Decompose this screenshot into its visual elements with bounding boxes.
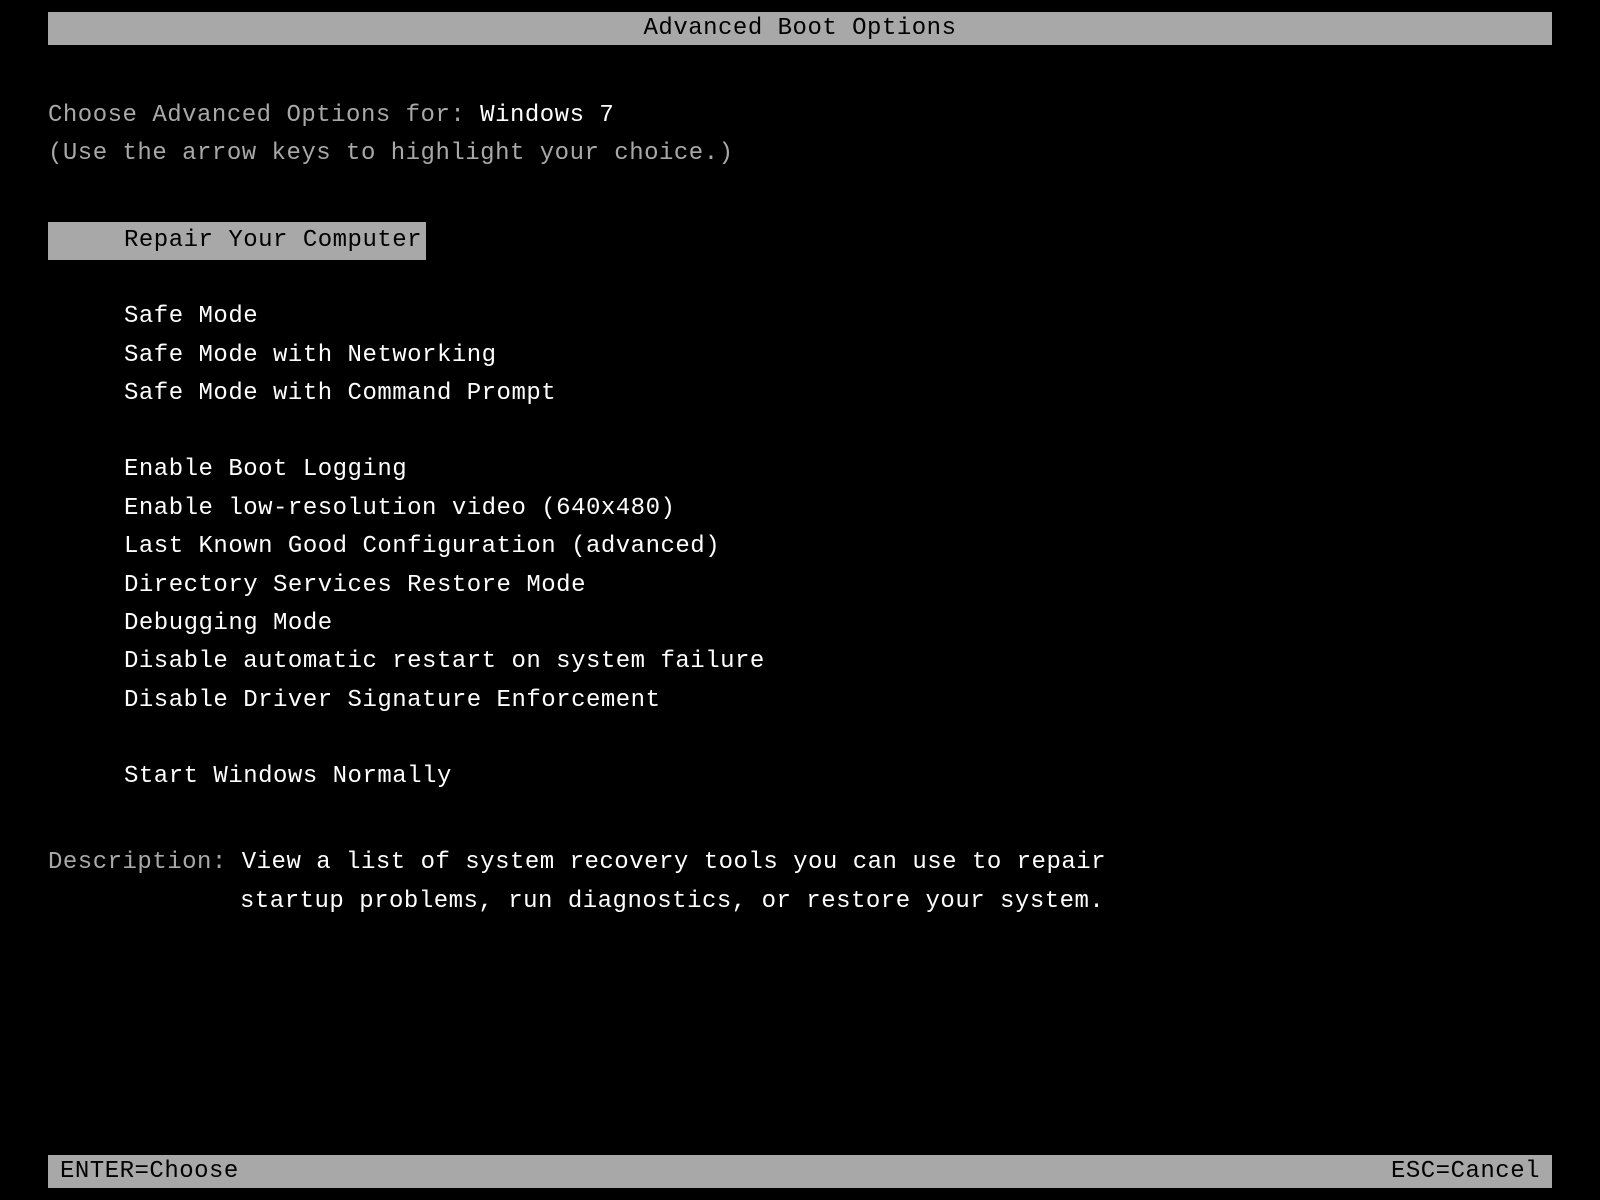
menu-item-debugging-mode[interactable]: Debugging Mode [48, 605, 1552, 643]
os-name: Windows 7 [480, 102, 614, 129]
description-label: Description: [48, 849, 242, 876]
menu-item-last-known-good-config[interactable]: Last Known Good Configuration (advanced) [48, 528, 1552, 566]
description-line1: View a list of system recovery tools you… [242, 849, 1106, 876]
menu-item-directory-services-restore[interactable]: Directory Services Restore Mode [48, 567, 1552, 605]
menu-item-repair-your-computer[interactable]: Repair Your Computer [48, 222, 426, 260]
boot-menu-screen: Advanced Boot Options Choose Advanced Op… [0, 0, 1600, 1200]
title-bar: Advanced Boot Options [48, 12, 1552, 45]
menu-item-disable-auto-restart[interactable]: Disable automatic restart on system fail… [48, 643, 1552, 681]
footer-bar: ENTER=Choose ESC=Cancel [48, 1155, 1552, 1188]
footer-enter-label: ENTER=Choose [60, 1158, 239, 1185]
title-text: Advanced Boot Options [644, 15, 957, 42]
menu-item-enable-boot-logging[interactable]: Enable Boot Logging [48, 451, 1552, 489]
menu-item-disable-driver-sig[interactable]: Disable Driver Signature Enforcement [48, 682, 1552, 720]
description-line2: startup problems, run diagnostics, or re… [48, 883, 1552, 921]
description-block: Description: View a list of system recov… [48, 844, 1552, 921]
footer-esc-label: ESC=Cancel [1391, 1158, 1540, 1185]
menu-item-safe-mode-command-prompt[interactable]: Safe Mode with Command Prompt [48, 375, 1552, 413]
prompt-prefix: Choose Advanced Options for: [48, 102, 480, 129]
menu-list[interactable]: Repair Your Computer Safe Mode Safe Mode… [48, 222, 1552, 797]
prompt-line: Choose Advanced Options for: Windows 7 [48, 97, 1552, 135]
menu-item-start-normally[interactable]: Start Windows Normally [48, 758, 1552, 796]
menu-item-safe-mode[interactable]: Safe Mode [48, 298, 1552, 336]
menu-item-enable-low-res-video[interactable]: Enable low-resolution video (640x480) [48, 490, 1552, 528]
menu-item-safe-mode-networking[interactable]: Safe Mode with Networking [48, 337, 1552, 375]
hint-line: (Use the arrow keys to highlight your ch… [48, 135, 1552, 173]
